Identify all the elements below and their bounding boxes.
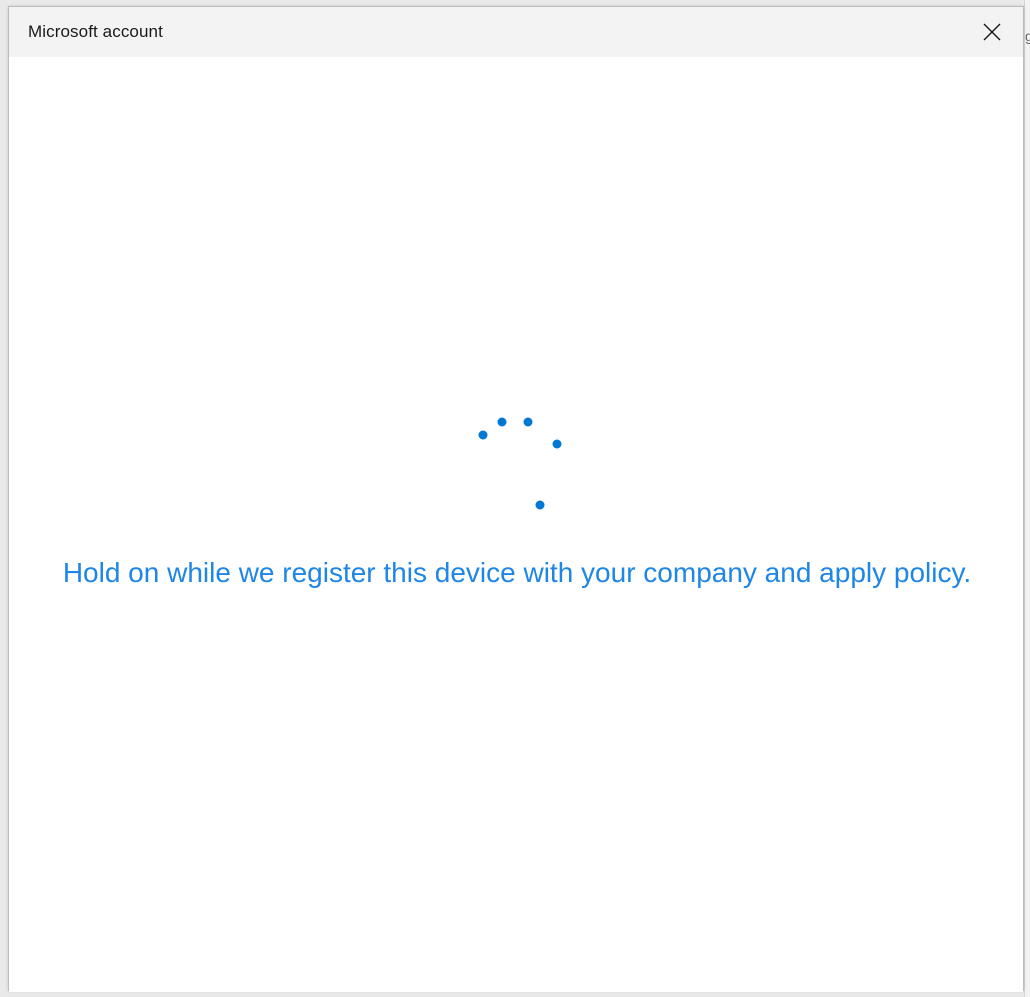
- title-bar: Microsoft account: [9, 7, 1023, 57]
- spinner-dot: [523, 417, 533, 427]
- progress-ring-icon: [478, 417, 562, 510]
- spinner-dot: [478, 430, 488, 440]
- background-window-glyph: g: [1025, 28, 1030, 44]
- status-message: Hold on while we register this device wi…: [62, 557, 972, 588]
- close-icon: [983, 23, 1001, 41]
- background-window-edge: [1024, 0, 1030, 997]
- close-button[interactable]: [961, 7, 1023, 57]
- spinner-dot: [497, 417, 507, 427]
- spinner-dot: [552, 439, 562, 449]
- microsoft-account-dialog: Microsoft account Hold on while we regis…: [8, 6, 1024, 992]
- spinner-dot: [535, 500, 545, 510]
- dialog-content: Hold on while we register this device wi…: [9, 57, 1023, 992]
- window-title: Microsoft account: [28, 22, 163, 41]
